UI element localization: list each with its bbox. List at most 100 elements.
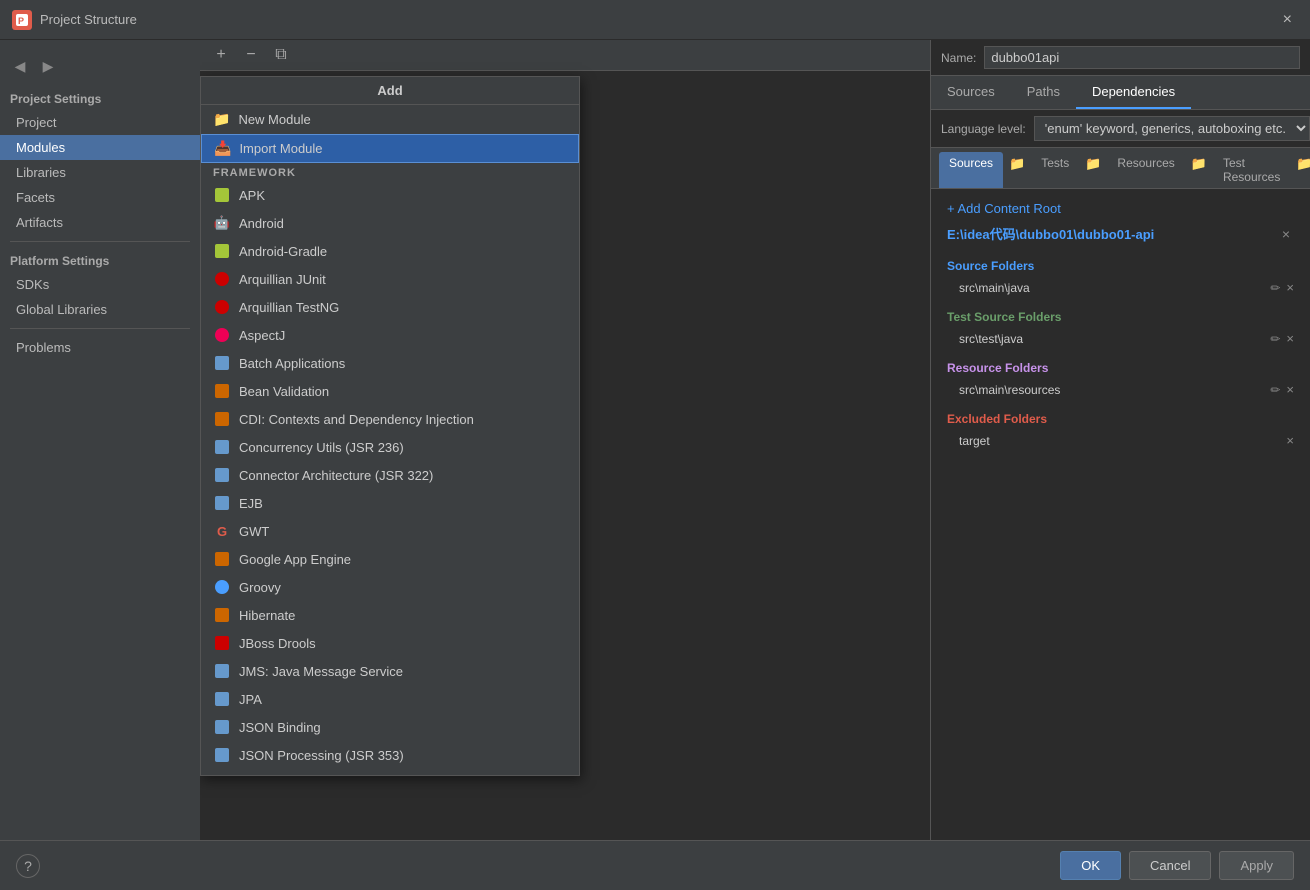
- framework-cdi[interactable]: CDI: Contexts and Dependency Injection: [201, 405, 579, 433]
- hibernate-icon: [213, 606, 231, 624]
- aspectj-icon: [213, 326, 231, 344]
- help-button[interactable]: ?: [16, 854, 40, 878]
- center-toolbar: + − ⧉: [200, 40, 930, 71]
- framework-jboss[interactable]: JBoss Drools: [201, 629, 579, 657]
- tab-paths[interactable]: Paths: [1011, 76, 1076, 109]
- right-panel: Name: Sources Paths Dependencies Languag…: [930, 40, 1310, 840]
- import-module-item[interactable]: 📥 Import Module: [201, 134, 579, 163]
- framework-android[interactable]: 🤖 Android: [201, 209, 579, 237]
- main-content: ◀ ▶ Project Settings Project Modules Lib…: [0, 40, 1310, 840]
- resource-folder-remove-0[interactable]: ×: [1286, 382, 1294, 397]
- forward-button[interactable]: ▶: [36, 54, 60, 78]
- apk-label: APK: [239, 188, 265, 203]
- source-tab-sources[interactable]: Sources: [939, 152, 1003, 188]
- framework-groovy[interactable]: Groovy: [201, 573, 579, 601]
- path-close-button[interactable]: ×: [1278, 226, 1294, 242]
- framework-concurrency[interactable]: Concurrency Utils (JSR 236): [201, 433, 579, 461]
- test-folder-edit-0[interactable]: ✏: [1270, 332, 1280, 346]
- import-module-label: Import Module: [239, 141, 322, 156]
- hibernate-label: Hibernate: [239, 608, 295, 623]
- add-content-root-button[interactable]: + Add Content Root: [939, 197, 1069, 220]
- concurrency-label: Concurrency Utils (JSR 236): [239, 440, 404, 455]
- resource-folder-entry-0: src\main\resources ✏ ×: [939, 379, 1302, 400]
- framework-jpa[interactable]: JPA: [201, 685, 579, 713]
- excluded-folder-remove-0[interactable]: ×: [1286, 433, 1294, 448]
- framework-gae[interactable]: Google App Engine: [201, 545, 579, 573]
- framework-android-gradle[interactable]: Android-Gradle: [201, 237, 579, 265]
- framework-batch[interactable]: Batch Applications: [201, 349, 579, 377]
- source-folders-section: Source Folders src\main\java ✏ ×: [939, 255, 1302, 298]
- source-folder-edit-0[interactable]: ✏: [1270, 281, 1280, 295]
- remove-button[interactable]: −: [240, 44, 262, 66]
- copy-button[interactable]: ⧉: [270, 44, 292, 66]
- framework-ejb[interactable]: EJB: [201, 489, 579, 517]
- framework-arquillian-junit[interactable]: Arquillian JUnit: [201, 265, 579, 293]
- framework-gwt[interactable]: G GWT: [201, 517, 579, 545]
- framework-bean-validation[interactable]: Bean Validation: [201, 377, 579, 405]
- add-dropdown-menu: Add 📁 New Module 📥 Import Module Framewo…: [200, 76, 580, 776]
- framework-json-binding[interactable]: JSON Binding: [201, 713, 579, 741]
- language-bar: Language level: 'enum' keyword, generics…: [931, 110, 1310, 148]
- close-button[interactable]: ×: [1277, 9, 1298, 31]
- source-tabs-bar: Sources 📁 Tests 📁 Resources 📁 Test Resou…: [931, 148, 1310, 189]
- source-folders-title: Source Folders: [939, 255, 1302, 277]
- sidebar-item-problems[interactable]: Problems: [0, 335, 200, 360]
- language-select[interactable]: 'enum' keyword, generics, autoboxing etc…: [1034, 116, 1310, 141]
- batch-label: Batch Applications: [239, 356, 345, 371]
- framework-java-gradle[interactable]: Java-Gradle: [201, 769, 579, 776]
- resource-folder-edit-0[interactable]: ✏: [1270, 383, 1280, 397]
- sidebar-item-facets[interactable]: Facets: [0, 185, 200, 210]
- source-tab-tests[interactable]: Tests: [1031, 152, 1079, 188]
- json-processing-label: JSON Processing (JSR 353): [239, 748, 404, 763]
- framework-hibernate[interactable]: Hibernate: [201, 601, 579, 629]
- source-tab-resources[interactable]: Resources: [1107, 152, 1184, 188]
- module-name-bar: Name:: [931, 40, 1310, 76]
- jms-label: JMS: Java Message Service: [239, 664, 403, 679]
- test-folder-remove-0[interactable]: ×: [1286, 331, 1294, 346]
- jpa-label: JPA: [239, 692, 262, 707]
- project-structure-window: P Project Structure × ◀ ▶ Project Settin…: [0, 0, 1310, 890]
- new-module-icon: 📁: [213, 111, 230, 128]
- android-gradle-label: Android-Gradle: [239, 244, 327, 259]
- title-bar: P Project Structure ×: [0, 0, 1310, 40]
- ok-button[interactable]: OK: [1060, 851, 1121, 880]
- resource-folder-path-0: src\main\resources: [959, 383, 1264, 397]
- gwt-label: GWT: [239, 524, 269, 539]
- test-folder-entry-0: src\test\java ✏ ×: [939, 328, 1302, 349]
- framework-apk[interactable]: APK: [201, 181, 579, 209]
- new-module-label: New Module: [238, 112, 310, 127]
- ejb-icon: [213, 494, 231, 512]
- sidebar: ◀ ▶ Project Settings Project Modules Lib…: [0, 40, 200, 840]
- source-tab-test-resources[interactable]: Test Resources: [1213, 152, 1290, 188]
- jpa-icon: [213, 690, 231, 708]
- module-name-input[interactable]: [984, 46, 1300, 69]
- sidebar-item-project[interactable]: Project: [0, 110, 200, 135]
- back-button[interactable]: ◀: [8, 54, 32, 78]
- groovy-label: Groovy: [239, 580, 281, 595]
- framework-json-processing[interactable]: JSON Processing (JSR 353): [201, 741, 579, 769]
- framework-jms[interactable]: JMS: Java Message Service: [201, 657, 579, 685]
- source-folder-path-0: src\main\java: [959, 281, 1264, 295]
- excluded-folder-entry-0: target ×: [939, 430, 1302, 451]
- cancel-button[interactable]: Cancel: [1129, 851, 1211, 880]
- sidebar-item-global-libraries[interactable]: Global Libraries: [0, 297, 200, 322]
- framework-arquillian-testng[interactable]: Arquillian TestNG: [201, 293, 579, 321]
- sidebar-item-modules[interactable]: Modules: [0, 135, 200, 160]
- framework-connector[interactable]: Connector Architecture (JSR 322): [201, 461, 579, 489]
- sidebar-item-libraries[interactable]: Libraries: [0, 160, 200, 185]
- source-folder-remove-0[interactable]: ×: [1286, 280, 1294, 295]
- sidebar-item-artifacts[interactable]: Artifacts: [0, 210, 200, 235]
- jboss-label: JBoss Drools: [239, 636, 316, 651]
- apply-button[interactable]: Apply: [1219, 851, 1294, 880]
- resource-folders-title: Resource Folders: [939, 357, 1302, 379]
- module-tabs: Sources Paths Dependencies: [931, 76, 1310, 110]
- android-gradle-icon: [213, 242, 231, 260]
- framework-aspectj[interactable]: AspectJ: [201, 321, 579, 349]
- new-module-item[interactable]: 📁 New Module: [201, 105, 579, 134]
- tab-sources[interactable]: Sources: [931, 76, 1011, 109]
- app-icon: P: [12, 10, 32, 30]
- tab-dependencies[interactable]: Dependencies: [1076, 76, 1191, 109]
- add-button[interactable]: +: [210, 44, 232, 66]
- folder-icon-resources: 📁: [1083, 152, 1103, 188]
- sidebar-item-sdks[interactable]: SDKs: [0, 272, 200, 297]
